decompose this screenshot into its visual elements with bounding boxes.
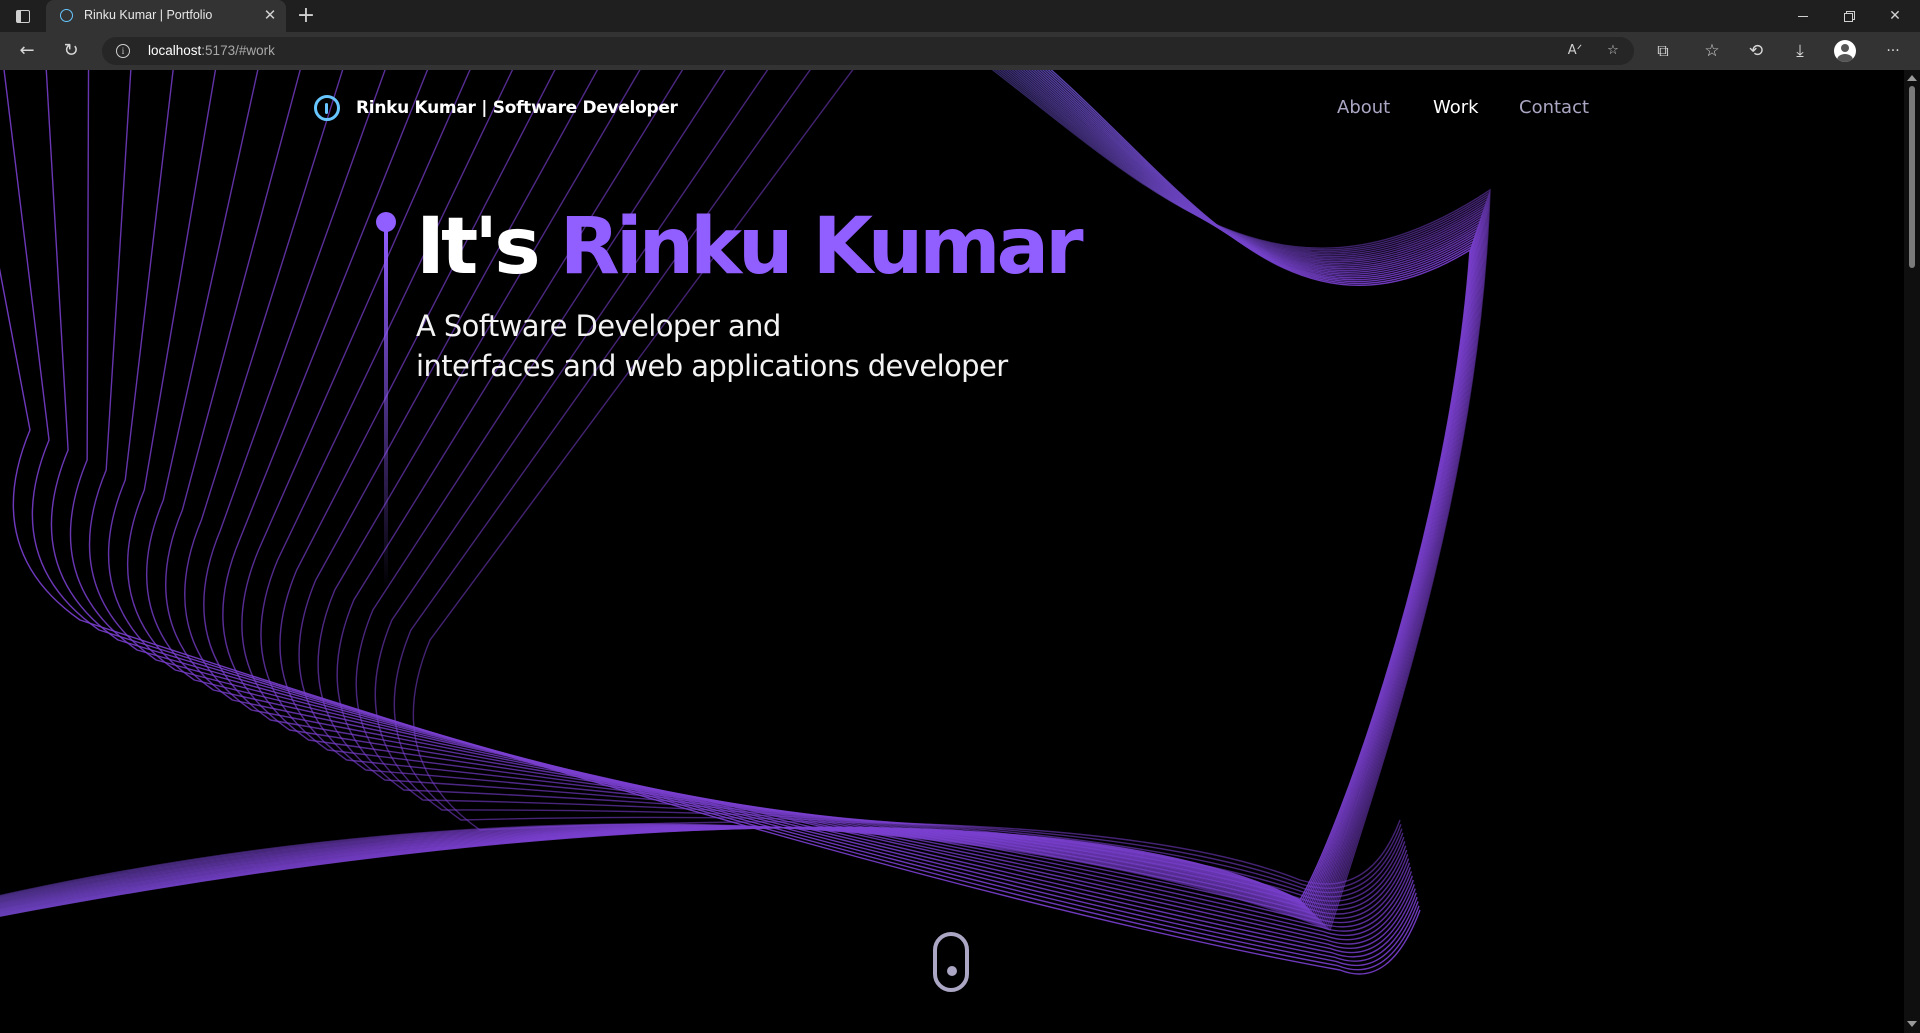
more-menu-icon[interactable]: ··· [1878,37,1908,65]
hero-title-prefix: It's [416,202,560,292]
browser-window: Rinku Kumar | Portfolio ✕ + ✕ ← ↻ i loca… [0,0,1920,1033]
tab-close-icon[interactable]: ✕ [260,5,280,25]
favorites-icon[interactable]: ☆ [1697,37,1727,65]
brand-person: Rinku Kumar [356,98,476,118]
page-viewport: Rinku Kumar | Software Developer About W… [0,70,1904,1033]
brand-name: Rinku Kumar | Software Developer [356,98,678,118]
history-icon[interactable]: ⟲ [1741,37,1771,65]
reload-button[interactable]: ↻ [56,37,86,65]
browser-tab[interactable]: Rinku Kumar | Portfolio ✕ [46,0,286,32]
brand-separator: | [475,98,488,118]
scroll-indicator-dot [947,966,957,976]
scroll-down-arrow-icon[interactable] [1907,1021,1917,1027]
hero-marker-line [384,230,388,590]
scrollbar-thumb[interactable] [1909,86,1915,268]
restore-button[interactable] [1826,2,1872,30]
address-bar[interactable]: i localhost:5173/#work Aᐟ ☆ [102,37,1634,65]
minimize-icon [1798,16,1808,17]
url-text[interactable]: localhost:5173/#work [148,43,275,58]
tab-title: Rinku Kumar | Portfolio [84,8,213,22]
page-scrollbar[interactable] [1904,70,1920,1033]
extensions-icon[interactable]: ⧉ [1648,37,1678,65]
brand-logo-icon [314,95,340,121]
site-navbar: Rinku Kumar | Software Developer About W… [0,70,1904,150]
hero-subtitle-line-1: A Software Developer and [416,309,781,343]
logo-mark [325,103,328,114]
avatar-head [1841,44,1849,52]
profile-avatar[interactable] [1834,40,1856,62]
browser-toolbar: ← ↻ i localhost:5173/#work Aᐟ ☆ ⧉ ☆ ⟲ ⤓ … [0,32,1920,70]
tab-actions-button[interactable] [12,6,34,26]
brand-role: Software Developer [492,98,678,118]
nav-link-contact[interactable]: Contact [1519,97,1589,118]
hero-title-name: Rinku Kumar [559,202,1084,292]
scroll-down-indicator[interactable] [933,932,969,992]
restore-icon-front [1844,13,1853,22]
hero-subtitle: A Software Developer and interfaces and w… [416,306,1008,386]
back-button[interactable]: ← [12,37,42,65]
minimize-button[interactable] [1780,2,1826,30]
scroll-up-arrow-icon[interactable] [1907,75,1917,81]
url-host: localhost [148,43,202,58]
nav-link-about[interactable]: About [1337,97,1390,118]
hero-title: It's Rinku Kumar [416,192,1084,302]
favicon-icon [60,9,73,22]
site-info-icon[interactable]: i [116,44,130,58]
url-path: :5173/#work [201,43,275,58]
add-favorite-icon[interactable]: ☆ [1602,41,1624,61]
nav-link-work[interactable]: Work [1433,97,1479,118]
hero-marker-dot [376,212,396,232]
new-tab-button[interactable]: + [294,4,318,28]
avatar-body [1837,54,1853,62]
read-aloud-icon[interactable]: Aᐟ [1564,41,1586,61]
window-close-button[interactable]: ✕ [1872,2,1918,30]
hero-subtitle-line-2: interfaces and web applications develope… [416,349,1008,383]
tab-actions-icon [16,10,30,23]
tab-strip: Rinku Kumar | Portfolio ✕ + ✕ [0,0,1920,32]
downloads-icon[interactable]: ⤓ [1785,37,1815,65]
